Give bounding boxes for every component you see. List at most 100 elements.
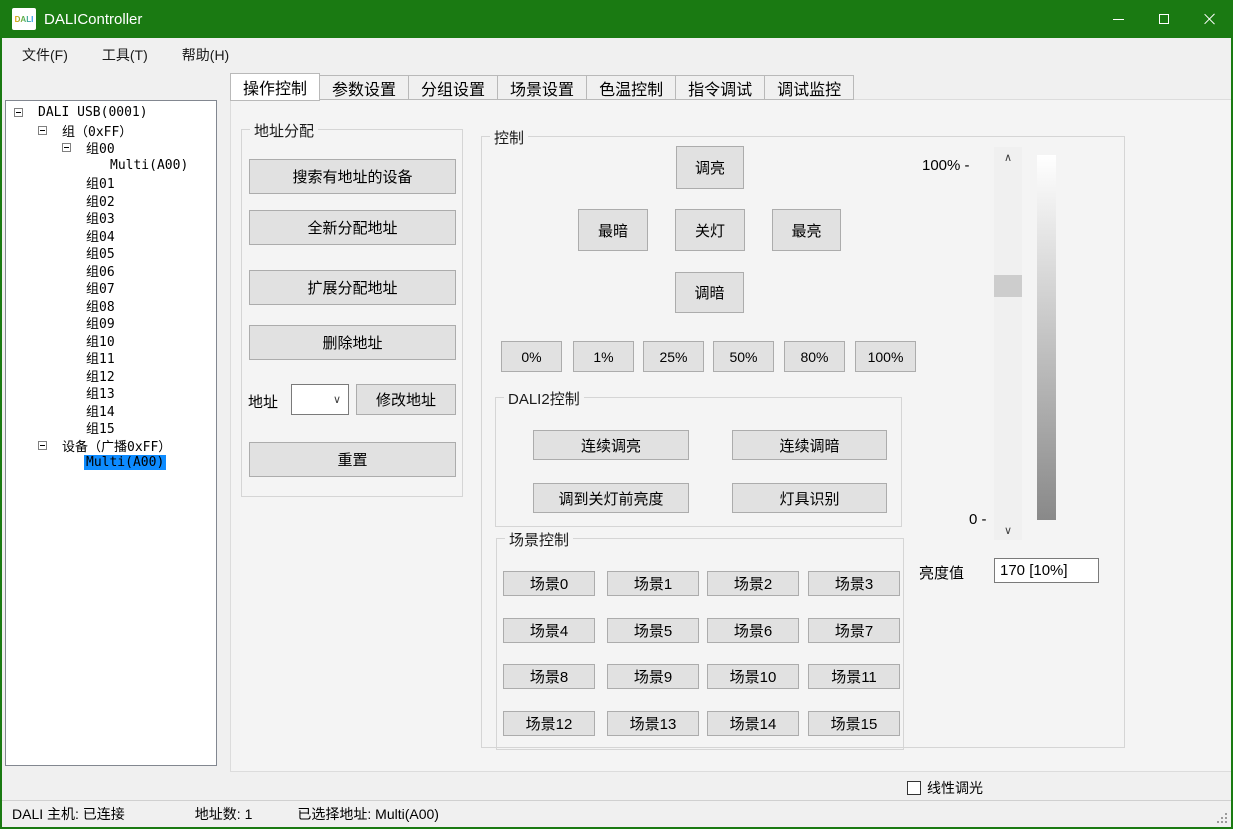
brightness-gradient-bar: [1037, 155, 1056, 520]
scene-12-button[interactable]: 场景12: [503, 711, 595, 736]
status-selected-address: 已选择地址: Multi(A00): [297, 804, 439, 824]
percent-80-button[interactable]: 80%: [784, 341, 845, 372]
status-address-count: 地址数: 1: [195, 804, 253, 824]
tree-item-group02[interactable]: 组02: [6, 192, 216, 210]
scroll-down-icon[interactable]: ∨: [994, 520, 1022, 540]
tree-item-devices-broadcast[interactable]: 设备（广播0xFF）: [6, 437, 216, 455]
menu-tools[interactable]: 工具(T): [88, 39, 162, 71]
light-off-button[interactable]: 关灯: [675, 209, 745, 251]
collapse-icon[interactable]: [38, 441, 47, 450]
tree-item-multi-a00[interactable]: Multi(A00): [6, 157, 216, 175]
window-title: DALIController: [44, 11, 142, 28]
menu-file[interactable]: 文件(F): [8, 39, 82, 71]
linear-dimming-checkbox[interactable]: [907, 781, 921, 795]
tree-item-group05[interactable]: 组05: [6, 244, 216, 262]
tree-item-group11[interactable]: 组11: [6, 349, 216, 367]
minimize-button[interactable]: [1095, 0, 1141, 38]
scene-2-button[interactable]: 场景2: [707, 571, 799, 596]
tab-debug-monitor[interactable]: 调试监控: [765, 75, 854, 100]
scene-4-button[interactable]: 场景4: [503, 618, 595, 643]
status-bar: DALI 主机: 已连接 地址数: 1 已选择地址: Multi(A00): [2, 800, 1231, 827]
brightness-scrollbar[interactable]: ∧ ∨: [994, 147, 1022, 540]
menu-help[interactable]: 帮助(H): [168, 39, 243, 71]
tree-item-group04[interactable]: 组04: [6, 227, 216, 245]
percent-25-button[interactable]: 25%: [643, 341, 704, 372]
scene-11-button[interactable]: 场景11: [808, 664, 900, 689]
app-window: DALI DALIController 文件(F) 工具(T) 帮助(H) DA…: [0, 0, 1233, 829]
scrollbar-thumb[interactable]: [994, 275, 1022, 297]
scene-14-button[interactable]: 场景14: [707, 711, 799, 736]
tree-item-group00[interactable]: 组00: [6, 139, 216, 157]
control-group: 控制 调亮 最暗 关灯 最亮 调暗 0% 1% 25% 50% 80% 100%…: [481, 136, 1125, 748]
brightness-bottom-label: 0 -: [969, 511, 987, 528]
delete-address-button[interactable]: 删除地址: [249, 325, 456, 360]
tree-item-group03[interactable]: 组03: [6, 209, 216, 227]
scene-15-button[interactable]: 场景15: [808, 711, 900, 736]
collapse-icon[interactable]: [38, 126, 47, 135]
tree-item-group-ff[interactable]: 组（0xFF）: [6, 122, 216, 140]
tree-item-multi-a00-selected[interactable]: Multi(A00): [6, 454, 216, 472]
control-group-title: 控制: [490, 127, 528, 148]
brightness-value-field[interactable]: 170 [10%]: [994, 558, 1099, 583]
tab-parameter-settings[interactable]: 参数设置: [320, 75, 409, 100]
app-icon: DALI: [12, 8, 36, 30]
tab-command-debug[interactable]: 指令调试: [676, 75, 765, 100]
search-addressed-devices-button[interactable]: 搜索有地址的设备: [249, 159, 456, 194]
collapse-icon[interactable]: [62, 143, 71, 152]
continuous-brighten-button[interactable]: 连续调亮: [533, 430, 689, 460]
scene-5-button[interactable]: 场景5: [607, 618, 699, 643]
scene-8-button[interactable]: 场景8: [503, 664, 595, 689]
scene-9-button[interactable]: 场景9: [607, 664, 699, 689]
tree-item-group12[interactable]: 组12: [6, 367, 216, 385]
brighten-button[interactable]: 调亮: [676, 146, 744, 189]
tree-item-group01[interactable]: 组01: [6, 174, 216, 192]
percent-0-button[interactable]: 0%: [501, 341, 562, 372]
scene-control-group-title: 场景控制: [505, 529, 573, 550]
linear-dimming-row: 线性调光: [907, 778, 983, 798]
close-button[interactable]: [1187, 0, 1233, 38]
maximize-button[interactable]: [1141, 0, 1187, 38]
scene-7-button[interactable]: 场景7: [808, 618, 900, 643]
scene-10-button[interactable]: 场景10: [707, 664, 799, 689]
tree-item-group09[interactable]: 组09: [6, 314, 216, 332]
assign-extended-addresses-button[interactable]: 扩展分配地址: [249, 270, 456, 305]
tree-item-group08[interactable]: 组08: [6, 297, 216, 315]
resize-grip[interactable]: [1225, 821, 1227, 823]
percent-50-button[interactable]: 50%: [713, 341, 774, 372]
goto-last-level-button[interactable]: 调到关灯前亮度: [533, 483, 689, 513]
scene-0-button[interactable]: 场景0: [503, 571, 595, 596]
luminaire-identify-button[interactable]: 灯具识别: [732, 483, 887, 513]
scene-control-group: 场景控制 场景0 场景1 场景2 场景3 场景4 场景5 场景6 场景7 场景8…: [496, 538, 904, 750]
tab-operation-control[interactable]: 操作控制: [230, 73, 320, 101]
dim-button[interactable]: 调暗: [675, 272, 744, 313]
tree-item-group13[interactable]: 组13: [6, 384, 216, 402]
min-brightness-button[interactable]: 最暗: [578, 209, 648, 251]
tab-color-temp-control[interactable]: 色温控制: [587, 75, 676, 100]
title-bar: DALI DALIController: [0, 0, 1233, 38]
scene-6-button[interactable]: 场景6: [707, 618, 799, 643]
tree-item-group10[interactable]: 组10: [6, 332, 216, 350]
scene-1-button[interactable]: 场景1: [607, 571, 699, 596]
reset-button[interactable]: 重置: [249, 442, 456, 477]
tab-grouping-settings[interactable]: 分组设置: [409, 75, 498, 100]
tree-item-group07[interactable]: 组07: [6, 279, 216, 297]
tree-item-root[interactable]: DALI USB(0001): [6, 104, 216, 122]
address-assign-group: 地址分配 搜索有地址的设备 全新分配地址 扩展分配地址 删除地址 地址 ∨ 修改…: [241, 129, 463, 497]
tree-item-group14[interactable]: 组14: [6, 402, 216, 420]
tab-scene-settings[interactable]: 场景设置: [498, 75, 587, 100]
scene-3-button[interactable]: 场景3: [808, 571, 900, 596]
assign-new-addresses-button[interactable]: 全新分配地址: [249, 210, 456, 245]
scene-13-button[interactable]: 场景13: [607, 711, 699, 736]
brightness-value-label: 亮度值: [919, 562, 964, 583]
chevron-down-icon: ∨: [333, 393, 341, 406]
address-combobox[interactable]: ∨: [291, 384, 349, 415]
collapse-icon[interactable]: [14, 108, 23, 117]
modify-address-button[interactable]: 修改地址: [356, 384, 456, 415]
continuous-dim-button[interactable]: 连续调暗: [732, 430, 887, 460]
scroll-up-icon[interactable]: ∧: [994, 147, 1022, 167]
tree-item-group06[interactable]: 组06: [6, 262, 216, 280]
percent-1-button[interactable]: 1%: [573, 341, 634, 372]
tree-item-group15[interactable]: 组15: [6, 419, 216, 437]
percent-100-button[interactable]: 100%: [855, 341, 916, 372]
max-brightness-button[interactable]: 最亮: [772, 209, 841, 251]
